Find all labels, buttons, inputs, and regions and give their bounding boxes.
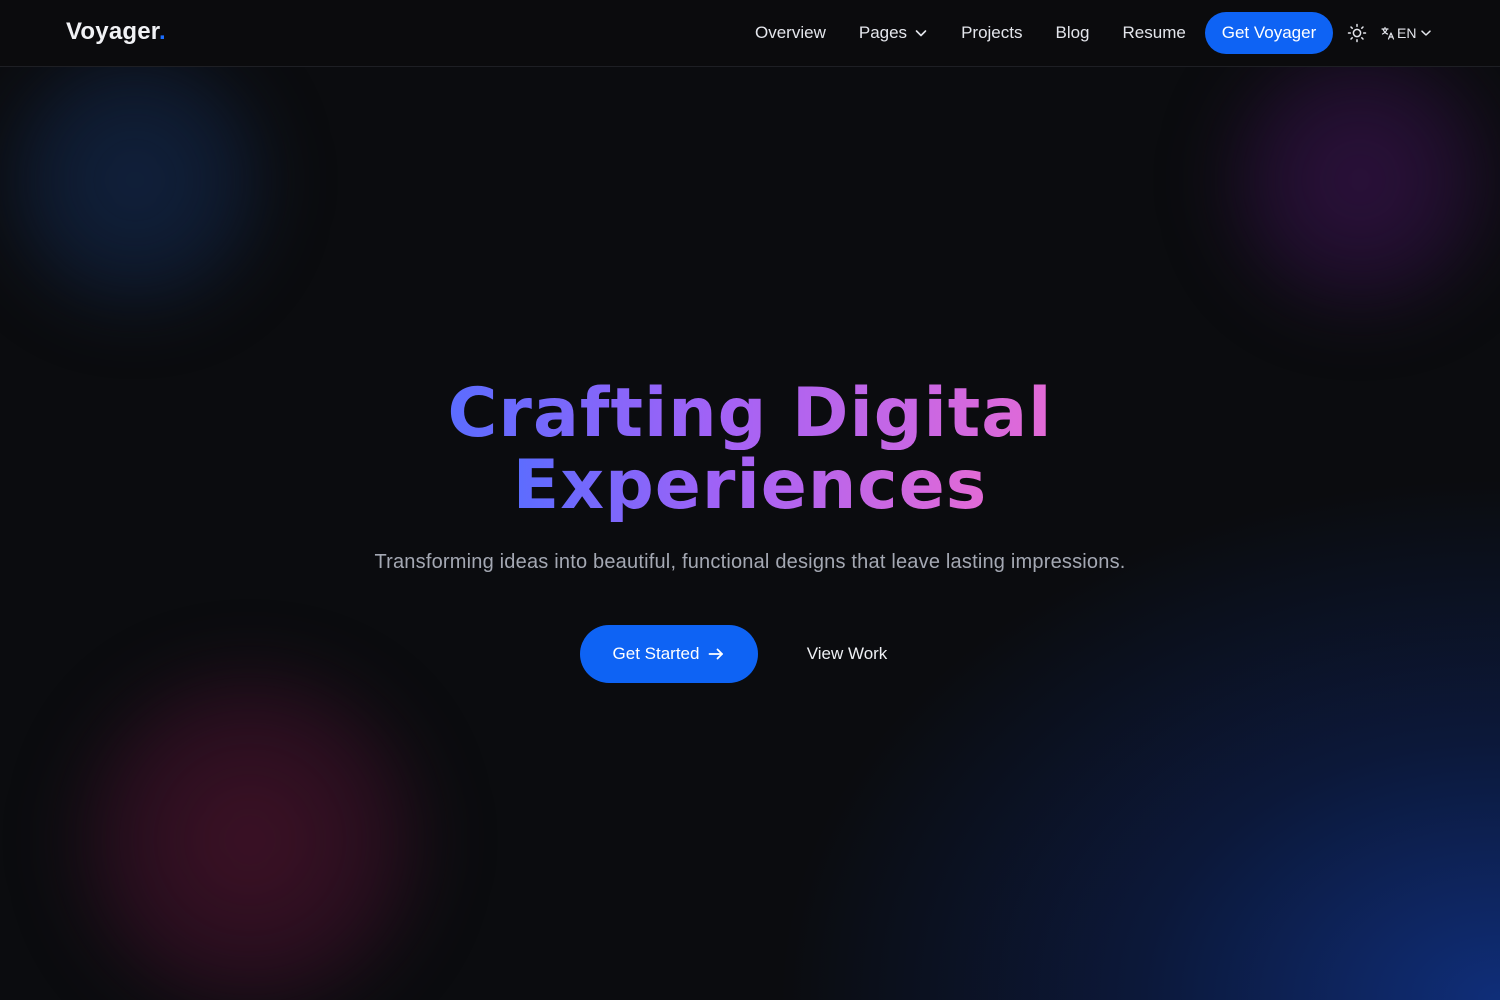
logo-dot: . [159, 18, 166, 45]
chevron-down-icon [1421, 30, 1432, 36]
view-work-button[interactable]: View Work [790, 625, 904, 683]
nav-link-projects[interactable]: Projects [961, 23, 1022, 43]
nav-link-label: Blog [1055, 23, 1090, 42]
chevron-down-icon [915, 30, 927, 37]
nav-links: Overview Pages Projects Blog Resume [755, 0, 1219, 66]
navbar: Voyager. Overview Pages Projects Blog Re… [0, 0, 1500, 67]
logo-text: Voyager [66, 18, 160, 45]
sun-icon[interactable] [1347, 23, 1367, 43]
language-selector[interactable]: EN [1381, 23, 1432, 43]
hero-title-line-1: Crafting Digital [447, 374, 1053, 453]
hero-title: Crafting Digital Experiences [0, 378, 1500, 522]
get-voyager-button[interactable]: Get Voyager [1205, 12, 1333, 54]
nav-link-resume[interactable]: Resume [1123, 23, 1186, 43]
arrow-right-icon [709, 648, 724, 660]
nav-link-label: Overview [755, 23, 826, 42]
logo[interactable]: Voyager. [66, 18, 166, 46]
nav-link-blog[interactable]: Blog [1055, 23, 1089, 43]
language-label: EN [1397, 25, 1417, 41]
hero-title-line-2: Experiences [512, 446, 988, 525]
translate-icon [1381, 26, 1395, 40]
background-glow-blue [0, 40, 280, 320]
nav-link-label: Pages [858, 23, 908, 42]
get-started-label: Get Started [612, 644, 700, 663]
nav-link-label: Projects [961, 23, 1023, 42]
get-started-button[interactable]: Get Started [580, 625, 758, 683]
nav-link-pages[interactable]: Pages [859, 23, 928, 43]
page: Voyager. Overview Pages Projects Blog Re… [0, 0, 1500, 1000]
nav-link-label: Resume [1122, 23, 1186, 42]
hero-subtitle: Transforming ideas into beautiful, funct… [374, 551, 1126, 573]
background-glow-red [60, 660, 440, 1000]
background-glow-purple [1210, 40, 1500, 320]
nav-link-overview[interactable]: Overview [755, 23, 826, 43]
